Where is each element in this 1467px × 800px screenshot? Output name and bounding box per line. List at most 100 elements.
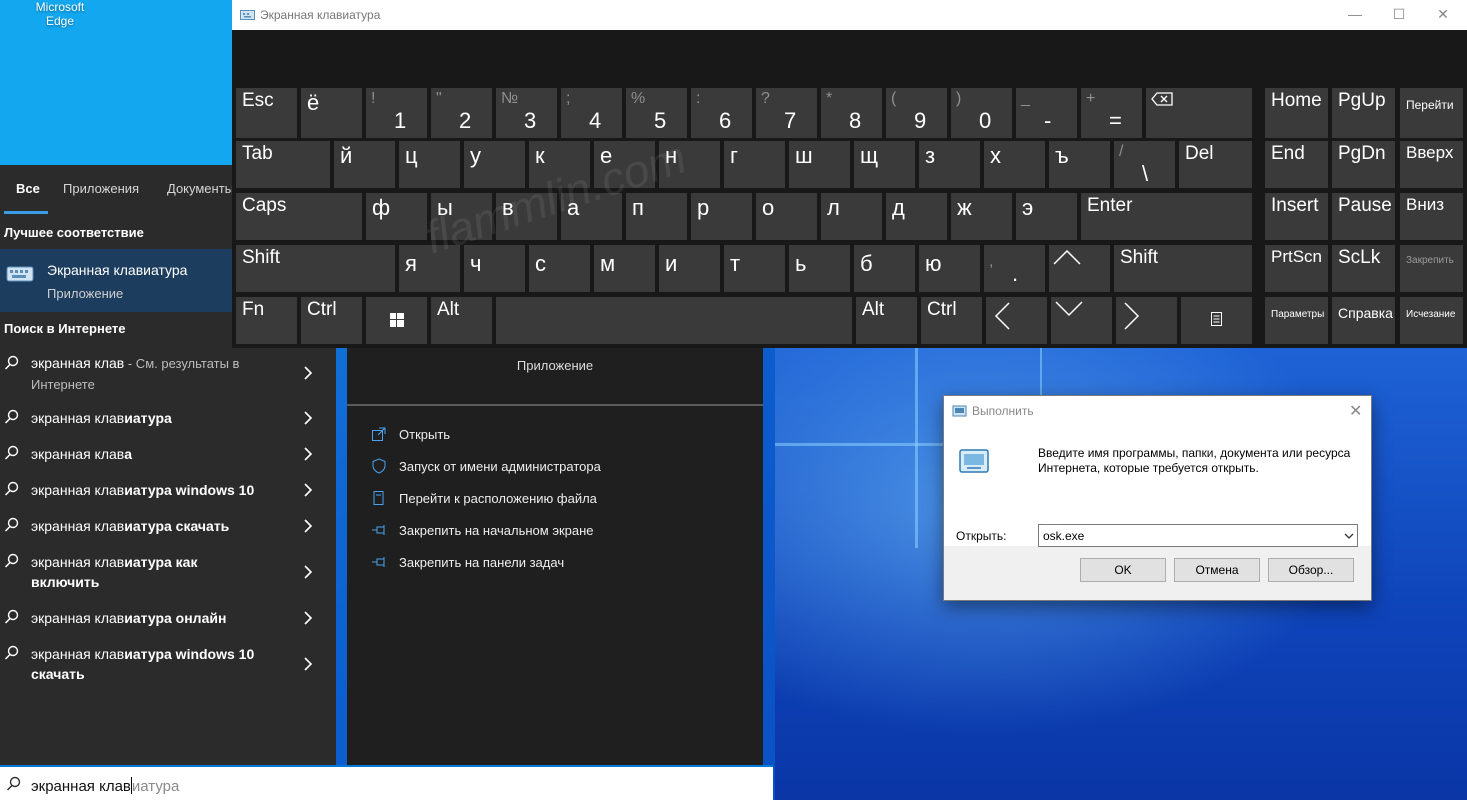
key-down[interactable]: Вниз bbox=[1400, 193, 1463, 240]
key-letter[interactable]: б bbox=[854, 245, 915, 292]
key-letter[interactable]: т bbox=[724, 245, 785, 292]
key-letter[interactable]: ю bbox=[919, 245, 980, 292]
chevron-right-icon[interactable] bbox=[300, 656, 316, 672]
key-home[interactable]: Home bbox=[1265, 88, 1328, 138]
key-arrow-right[interactable] bbox=[1116, 297, 1177, 344]
key-letter[interactable]: м bbox=[594, 245, 655, 292]
close-button[interactable]: ✕ bbox=[1349, 401, 1362, 421]
key-shift-left[interactable]: Shift bbox=[236, 245, 395, 292]
key-dock[interactable]: Закрепить bbox=[1400, 245, 1463, 292]
key-letter[interactable]: щ bbox=[854, 141, 915, 188]
key-letter[interactable]: ь bbox=[789, 245, 850, 292]
key-arrow-down[interactable] bbox=[1051, 297, 1112, 344]
key-8[interactable]: * 8 bbox=[821, 88, 882, 138]
key-shift-right[interactable]: Shift bbox=[1114, 245, 1252, 292]
key-letter[interactable]: э bbox=[1016, 193, 1077, 240]
key-letter[interactable]: ж bbox=[951, 193, 1012, 240]
key-ctrl-left[interactable]: Ctrl bbox=[301, 297, 362, 344]
key-help[interactable]: Справка bbox=[1332, 297, 1395, 344]
window-titlebar[interactable]: Экранная клавиатура — ☐ ✕ bbox=[232, 0, 1467, 30]
key-letter[interactable]: ф bbox=[366, 193, 427, 240]
chevron-right-icon[interactable] bbox=[300, 446, 316, 462]
window-titlebar[interactable]: Выполнить ✕ bbox=[944, 396, 1371, 426]
key-letter[interactable]: х bbox=[984, 141, 1045, 188]
key-period[interactable]: ,. bbox=[984, 245, 1045, 292]
tab-all[interactable]: Все bbox=[16, 181, 40, 196]
web-result-item[interactable]: экранная клавиатура как включить bbox=[0, 552, 336, 596]
key-alt-left[interactable]: Alt bbox=[431, 297, 492, 344]
key-print-screen[interactable]: PrtScn bbox=[1265, 245, 1328, 292]
web-result-item[interactable]: экранная клавиатура windows 10 скачать bbox=[0, 644, 336, 688]
key-9[interactable]: (9 bbox=[886, 88, 947, 138]
key-ctrl-right[interactable]: Ctrl bbox=[921, 297, 982, 344]
key-scroll-lock[interactable]: ScLk bbox=[1332, 245, 1395, 292]
key-2[interactable]: " 2 bbox=[431, 88, 492, 138]
key-5[interactable]: % 5 bbox=[626, 88, 687, 138]
minimize-button[interactable]: — bbox=[1345, 6, 1365, 24]
key-arrow-up[interactable] bbox=[1049, 245, 1110, 292]
taskbar-search-box[interactable]: экранная клавиатура bbox=[0, 765, 773, 800]
key-space[interactable] bbox=[496, 297, 852, 344]
key-alt-right[interactable]: Alt bbox=[856, 297, 917, 344]
key-letter[interactable]: с bbox=[529, 245, 590, 292]
browse-button[interactable]: Обзор... bbox=[1268, 558, 1354, 582]
key-fade[interactable]: Исчезание bbox=[1400, 297, 1463, 344]
search-input[interactable]: экранная клавиатура bbox=[31, 777, 179, 795]
chevron-down-icon[interactable] bbox=[1344, 531, 1354, 541]
web-result-item[interactable]: экранная клав - См. результаты в Интерне… bbox=[0, 353, 336, 397]
chevron-right-icon[interactable] bbox=[300, 518, 316, 534]
best-match-result[interactable]: Экранная клавиатура Приложение bbox=[0, 249, 232, 312]
key-arrow-left[interactable] bbox=[986, 297, 1047, 344]
key-backslash[interactable]: / \ bbox=[1114, 141, 1175, 188]
key-insert[interactable]: Insert bbox=[1265, 193, 1328, 240]
key-minus[interactable]: _ - bbox=[1016, 88, 1077, 138]
edge-desktop-icon-label[interactable]: Microsoft Edge bbox=[28, 0, 92, 28]
key-windows[interactable] bbox=[366, 297, 427, 344]
chevron-right-icon[interactable] bbox=[300, 482, 316, 498]
key-letter[interactable]: г bbox=[724, 141, 785, 188]
chevron-right-icon[interactable] bbox=[300, 610, 316, 626]
key-delete[interactable]: Del bbox=[1179, 141, 1252, 188]
key-letter[interactable]: ш bbox=[789, 141, 850, 188]
key-fn[interactable]: Fn bbox=[236, 297, 297, 344]
key-page-up[interactable]: PgUp bbox=[1332, 88, 1395, 138]
chevron-right-icon[interactable] bbox=[300, 564, 316, 580]
key-letter[interactable]: и bbox=[659, 245, 720, 292]
key-end[interactable]: End bbox=[1265, 141, 1328, 188]
key-goto[interactable]: Перейти bbox=[1400, 88, 1463, 138]
key-4[interactable]: ; 4 bbox=[561, 88, 622, 138]
key-letter[interactable]: д bbox=[886, 193, 947, 240]
key-letter[interactable]: ъ bbox=[1049, 141, 1110, 188]
ok-button[interactable]: OK bbox=[1080, 558, 1166, 582]
key-menu[interactable] bbox=[1181, 297, 1252, 344]
key-letter[interactable]: о bbox=[756, 193, 817, 240]
key-letter[interactable]: ц bbox=[399, 141, 460, 188]
key-letter[interactable]: п bbox=[626, 193, 687, 240]
key-equals[interactable]: + = bbox=[1081, 88, 1142, 138]
chevron-right-icon[interactable] bbox=[300, 410, 316, 426]
tab-apps[interactable]: Приложения bbox=[63, 181, 139, 196]
key-0[interactable]: ) 0 bbox=[951, 88, 1012, 138]
web-result-item[interactable]: экранная клавиатура windows 10 bbox=[0, 480, 336, 504]
key-page-down[interactable]: PgDn bbox=[1332, 141, 1395, 188]
key-letter[interactable]: й bbox=[334, 141, 395, 188]
web-result-item[interactable]: экранная клавиатура скачать bbox=[0, 516, 336, 540]
key-6[interactable]: :6 bbox=[691, 88, 752, 138]
web-result-item[interactable]: экранная клавиатура онлайн bbox=[0, 608, 336, 632]
maximize-button[interactable]: ☐ bbox=[1389, 6, 1409, 24]
key-caps-lock[interactable]: Caps bbox=[236, 193, 362, 240]
web-result-item[interactable]: экранная клавиатура bbox=[0, 408, 336, 432]
key-enter[interactable]: Enter bbox=[1081, 193, 1252, 240]
close-button[interactable]: ✕ bbox=[1433, 6, 1453, 24]
key-letter[interactable]: р bbox=[691, 193, 752, 240]
key-pause[interactable]: Pause bbox=[1332, 193, 1395, 240]
key-letter[interactable]: л bbox=[821, 193, 882, 240]
key-backspace[interactable] bbox=[1146, 88, 1252, 138]
tab-documents[interactable]: Документы bbox=[167, 181, 234, 196]
key-options[interactable]: Параметры bbox=[1265, 297, 1328, 344]
key-1[interactable]: ! 1 bbox=[366, 88, 427, 138]
chevron-right-icon[interactable] bbox=[300, 365, 316, 381]
key-letter[interactable]: з bbox=[919, 141, 980, 188]
cancel-button[interactable]: Отмена bbox=[1174, 558, 1260, 582]
key-7[interactable]: ? 7 bbox=[756, 88, 817, 138]
